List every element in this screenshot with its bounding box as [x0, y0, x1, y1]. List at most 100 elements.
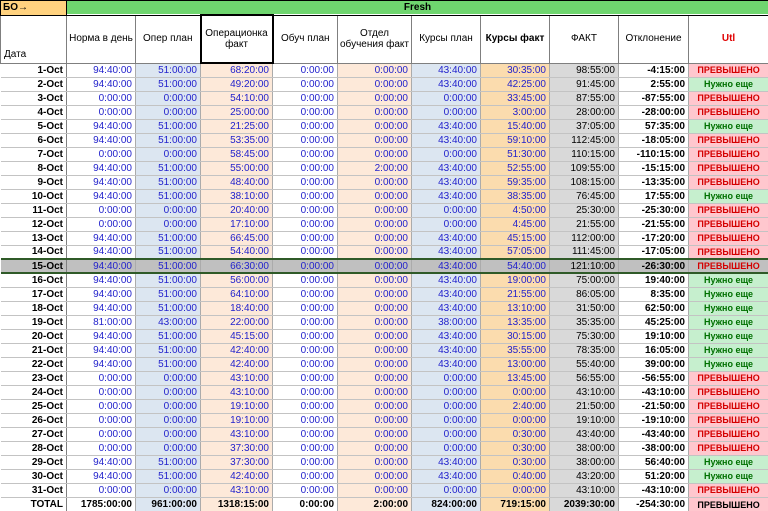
cell-utl[interactable]: ПРЕВЫШЕНО — [688, 413, 768, 428]
cell-utl[interactable]: ПРЕВЫШЕНО — [688, 427, 768, 442]
cell-courses-plan[interactable]: 43:40:00 — [411, 63, 481, 78]
cell-date[interactable]: 20-Oct — [0, 329, 67, 344]
cell-deviation[interactable]: 57:35:00 — [618, 119, 689, 134]
cell-deviation[interactable]: 51:20:00 — [618, 469, 689, 484]
cell-date[interactable]: 15-Oct — [0, 258, 67, 274]
cell-oper-plan[interactable]: 51:00:00 — [135, 455, 201, 470]
cell-fact[interactable]: 121:10:00 — [549, 258, 619, 274]
cell-oper-plan[interactable]: 51:00:00 — [135, 245, 201, 260]
header-courses-plan[interactable]: Курсы план — [411, 14, 481, 64]
cell-fact[interactable]: 108:15:00 — [549, 175, 619, 190]
header-utl[interactable]: Utl — [687, 14, 768, 64]
cell-deviation[interactable]: -26:30:00 — [618, 258, 689, 274]
cell-norm-per-day[interactable]: 94:40:00 — [66, 469, 136, 484]
corner-cell[interactable]: БО→ — [0, 0, 67, 16]
cell-courses-fact[interactable]: 3:00:00 — [480, 105, 550, 120]
cell-operations-fact[interactable]: 45:15:00 — [200, 329, 273, 344]
cell-deviation[interactable]: 56:40:00 — [618, 455, 689, 470]
cell-training-dept-fact[interactable]: 0:00:00 — [337, 63, 412, 78]
cell-operations-fact[interactable]: 53:35:00 — [200, 133, 273, 148]
cell-date[interactable]: 12-Oct — [0, 217, 67, 232]
cell-fact[interactable]: 43:20:00 — [549, 469, 619, 484]
cell-fact[interactable]: 112:00:00 — [549, 231, 619, 246]
cell-utl[interactable]: Нужно еще — [688, 357, 768, 372]
cell-norm-per-day[interactable]: 94:40:00 — [66, 273, 136, 288]
cell-training-plan[interactable]: 0:00:00 — [272, 203, 338, 218]
cell-utl[interactable]: Нужно еще — [688, 455, 768, 470]
cell-training-plan[interactable]: 0:00:00 — [272, 231, 338, 246]
cell-training-plan[interactable]: 0:00:00 — [272, 175, 338, 190]
cell-utl[interactable]: Нужно еще — [688, 469, 768, 484]
cell-operations-fact[interactable]: 25:00:00 — [200, 105, 273, 120]
cell-deviation[interactable]: -17:05:00 — [618, 245, 689, 260]
cell-courses-fact[interactable]: 15:40:00 — [480, 119, 550, 134]
cell-training-dept-fact[interactable]: 0:00:00 — [337, 91, 412, 106]
cell-training-plan[interactable]: 0:00:00 — [272, 189, 338, 204]
cell-operations-fact[interactable]: 68:20:00 — [200, 63, 273, 78]
cell-date[interactable]: 14-Oct — [0, 245, 67, 260]
cell-deviation[interactable]: -87:55:00 — [618, 91, 689, 106]
cell-operations-fact[interactable]: 1318:15:00 — [200, 496, 273, 511]
cell-date[interactable]: 3-Oct — [0, 91, 67, 106]
cell-training-plan[interactable]: 0:00:00 — [272, 147, 338, 162]
cell-utl[interactable]: ПРЕВЫШЕНО — [688, 133, 768, 148]
cell-fact[interactable]: 55:40:00 — [549, 357, 619, 372]
cell-date[interactable]: 26-Oct — [0, 413, 67, 428]
cell-utl[interactable]: ПРЕВЫШЕНО — [688, 217, 768, 232]
cell-oper-plan[interactable]: 51:00:00 — [135, 119, 201, 134]
cell-operations-fact[interactable]: 37:30:00 — [200, 441, 273, 456]
cell-date[interactable]: 25-Oct — [0, 399, 67, 414]
cell-deviation[interactable]: 17:55:00 — [618, 189, 689, 204]
cell-norm-per-day[interactable]: 94:40:00 — [66, 133, 136, 148]
cell-training-dept-fact[interactable]: 0:00:00 — [337, 175, 412, 190]
cell-training-plan[interactable]: 0:00:00 — [272, 217, 338, 232]
cell-fact[interactable]: 25:30:00 — [549, 203, 619, 218]
cell-courses-fact[interactable]: 52:55:00 — [480, 161, 550, 176]
cell-training-dept-fact[interactable]: 0:00:00 — [337, 329, 412, 344]
cell-deviation[interactable]: -254:30:00 — [618, 496, 689, 511]
cell-fact[interactable]: 56:55:00 — [549, 371, 619, 386]
cell-courses-fact[interactable]: 21:55:00 — [480, 287, 550, 302]
cell-courses-plan[interactable]: 0:00:00 — [411, 371, 481, 386]
cell-operations-fact[interactable]: 20:40:00 — [200, 203, 273, 218]
cell-courses-fact[interactable]: 33:45:00 — [480, 91, 550, 106]
cell-deviation[interactable]: -13:35:00 — [618, 175, 689, 190]
cell-fact[interactable]: 37:05:00 — [549, 119, 619, 134]
cell-oper-plan[interactable]: 51:00:00 — [135, 189, 201, 204]
cell-training-dept-fact[interactable]: 0:00:00 — [337, 441, 412, 456]
cell-courses-plan[interactable]: 43:40:00 — [411, 301, 481, 316]
cell-fact[interactable]: 76:45:00 — [549, 189, 619, 204]
cell-training-dept-fact[interactable]: 0:00:00 — [337, 203, 412, 218]
cell-operations-fact[interactable]: 66:30:00 — [200, 258, 273, 274]
cell-courses-plan[interactable]: 43:40:00 — [411, 231, 481, 246]
cell-training-dept-fact[interactable]: 0:00:00 — [337, 315, 412, 330]
cell-courses-plan[interactable]: 43:40:00 — [411, 357, 481, 372]
cell-deviation[interactable]: -21:50:00 — [618, 399, 689, 414]
cell-oper-plan[interactable]: 51:00:00 — [135, 63, 201, 78]
cell-training-plan[interactable]: 0:00:00 — [272, 399, 338, 414]
cell-date[interactable]: 10-Oct — [0, 189, 67, 204]
cell-training-dept-fact[interactable]: 0:00:00 — [337, 455, 412, 470]
cell-date[interactable]: 31-Oct — [0, 483, 67, 498]
cell-utl[interactable]: Нужно еще — [688, 315, 768, 330]
cell-courses-fact[interactable]: 57:05:00 — [480, 245, 550, 260]
cell-date[interactable]: 7-Oct — [0, 147, 67, 162]
cell-fact[interactable]: 43:10:00 — [549, 385, 619, 400]
cell-norm-per-day[interactable]: 0:00:00 — [66, 399, 136, 414]
cell-utl[interactable]: Нужно еще — [688, 301, 768, 316]
cell-courses-plan[interactable]: 43:40:00 — [411, 258, 481, 274]
cell-courses-fact[interactable]: 0:40:00 — [480, 469, 550, 484]
cell-training-dept-fact[interactable]: 0:00:00 — [337, 147, 412, 162]
cell-courses-plan[interactable]: 0:00:00 — [411, 91, 481, 106]
cell-deviation[interactable]: 2:55:00 — [618, 77, 689, 92]
cell-training-plan[interactable]: 0:00:00 — [272, 119, 338, 134]
cell-norm-per-day[interactable]: 0:00:00 — [66, 105, 136, 120]
cell-training-dept-fact[interactable]: 0:00:00 — [337, 273, 412, 288]
cell-courses-fact[interactable]: 13:45:00 — [480, 371, 550, 386]
cell-utl[interactable]: ПРЕВЫШЕНО — [688, 258, 768, 274]
cell-deviation[interactable]: -56:55:00 — [618, 371, 689, 386]
cell-deviation[interactable]: 19:10:00 — [618, 329, 689, 344]
header-date[interactable]: Дата — [0, 14, 67, 64]
cell-training-dept-fact[interactable]: 0:00:00 — [337, 133, 412, 148]
cell-utl[interactable]: Нужно еще — [688, 119, 768, 134]
